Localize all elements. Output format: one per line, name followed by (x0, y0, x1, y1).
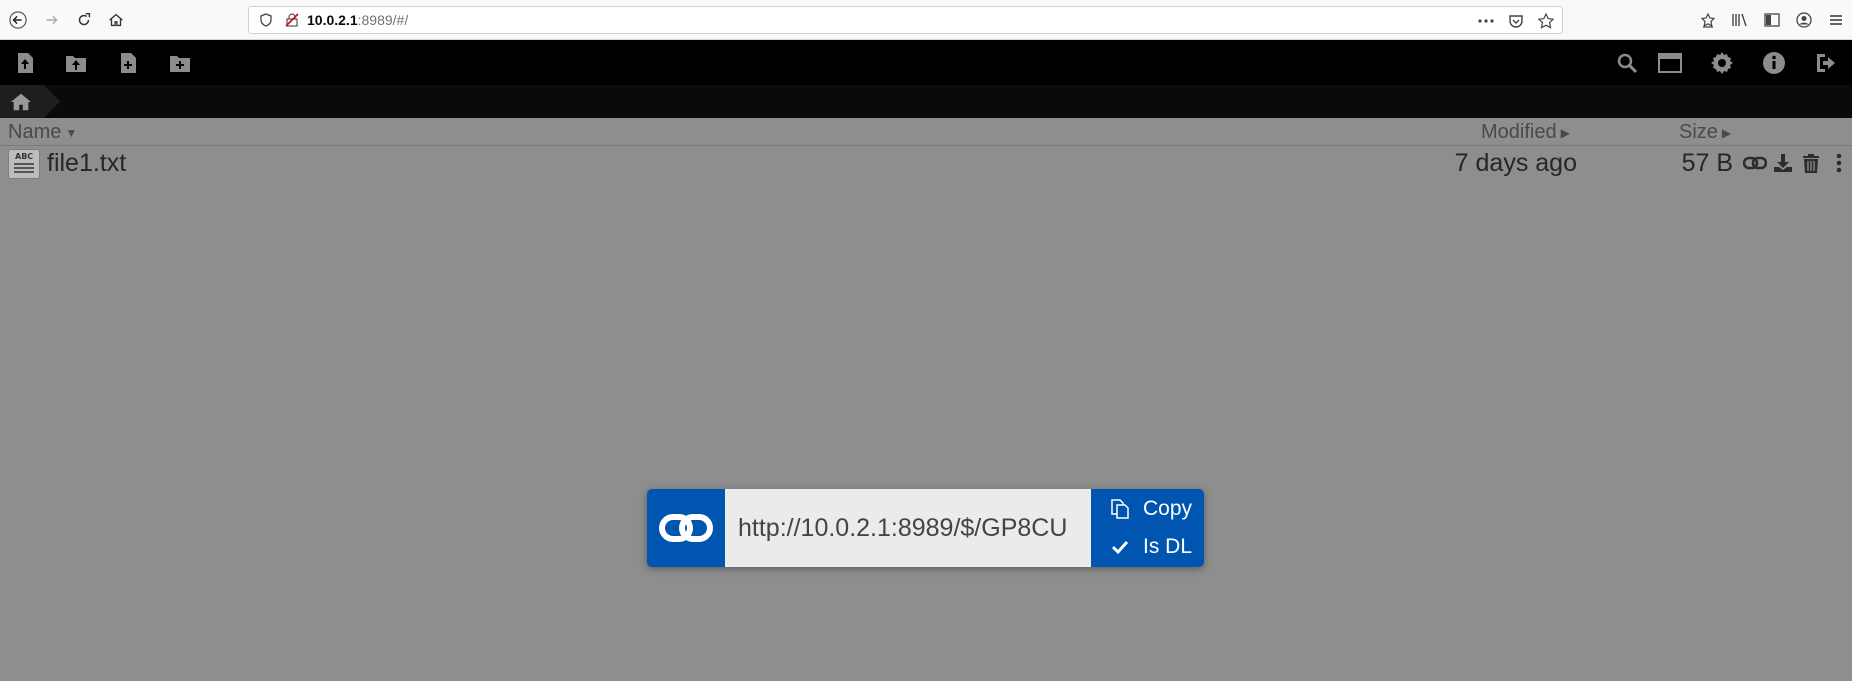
breadcrumb-home[interactable] (0, 85, 60, 118)
column-header-modified-label: Modified (1481, 121, 1557, 143)
trash-icon[interactable] (1798, 150, 1824, 176)
info-button[interactable] (1759, 48, 1789, 78)
hamburger-menu-icon[interactable] (1820, 4, 1852, 36)
copy-icon (1105, 499, 1135, 519)
file-size: 57 B (1681, 149, 1733, 177)
bookmark-star-icon[interactable] (1536, 11, 1556, 31)
table-row[interactable]: ABC file1.txt 7 days ago 57 B (0, 146, 1852, 180)
sort-desc-icon: ▼ (65, 125, 78, 140)
download-icon[interactable] (1770, 150, 1796, 176)
logout-icon (1817, 54, 1835, 72)
copy-button[interactable]: Copy (1097, 491, 1202, 527)
gear-icon (1711, 52, 1733, 74)
sidebar-icon[interactable] (1756, 4, 1788, 36)
column-header-modified[interactable]: Modified ▶ (1481, 121, 1570, 144)
forward-arrow-icon (46, 15, 58, 25)
insecure-lock-icon[interactable] (285, 13, 299, 27)
reload-icon (78, 12, 91, 26)
column-header-size-label: Size (1679, 121, 1718, 143)
caret-right-icon: ▶ (1560, 125, 1570, 140)
home-button[interactable] (100, 4, 132, 36)
share-link-icon[interactable] (1742, 150, 1768, 176)
view-mode-button[interactable] (1655, 48, 1685, 78)
search-button[interactable] (1612, 48, 1642, 78)
new-folder-button[interactable] (165, 48, 195, 78)
search-icon (1617, 53, 1638, 74)
browser-toolbar: 10.0.2.1:8989/#/ (0, 0, 1852, 40)
is-dl-label: Is DL (1143, 535, 1193, 558)
app-toolbar (0, 40, 1852, 85)
column-header-name[interactable]: Name ▼ (8, 121, 77, 144)
upload-folder-button[interactable] (61, 48, 91, 78)
breadcrumb (0, 85, 1852, 118)
upload-folder-icon (66, 56, 86, 72)
url-host: 10.0.2.1 (307, 12, 358, 28)
new-file-button[interactable] (113, 48, 143, 78)
column-header-name-label: Name (8, 121, 62, 143)
share-url-input[interactable]: http://10.0.2.1:8989/$/GP8CU (725, 489, 1091, 567)
forward-button[interactable] (36, 4, 68, 36)
back-arrow-icon (9, 11, 27, 29)
info-icon (1763, 52, 1785, 74)
url-path: :8989/#/ (357, 12, 409, 28)
back-button[interactable] (2, 4, 34, 36)
new-file-icon (121, 53, 136, 73)
text-file-icon: ABC (8, 149, 40, 179)
url-text[interactable]: 10.0.2.1:8989/#/ (307, 12, 408, 28)
bookmarks-menu-icon[interactable] (1692, 4, 1724, 36)
window-icon (1658, 53, 1682, 73)
upload-file-icon (18, 53, 33, 73)
pocket-icon[interactable] (1506, 11, 1526, 31)
link-icon (647, 489, 725, 567)
new-folder-icon (170, 56, 190, 72)
file-modified: 7 days ago (1454, 149, 1577, 177)
home-icon (10, 93, 32, 110)
copy-button-label: Copy (1143, 497, 1193, 520)
url-bar[interactable]: 10.0.2.1:8989/#/ (248, 6, 1563, 34)
share-link-popup: http://10.0.2.1:8989/$/GP8CU Copy Is DL (647, 489, 1204, 567)
check-icon (1105, 539, 1135, 555)
shield-icon[interactable] (259, 13, 273, 27)
logout-button[interactable] (1811, 48, 1841, 78)
caret-right-icon: ▶ (1721, 125, 1732, 140)
library-icon[interactable] (1724, 4, 1756, 36)
is-dl-toggle[interactable]: Is DL (1097, 529, 1202, 565)
account-icon[interactable] (1788, 4, 1820, 36)
more-options-icon[interactable] (1826, 150, 1852, 176)
reload-button[interactable] (68, 4, 100, 36)
upload-file-button[interactable] (10, 48, 40, 78)
column-header-size[interactable]: Size ▶ (1679, 121, 1731, 144)
home-icon (109, 13, 123, 27)
file-name[interactable]: file1.txt (47, 149, 126, 178)
page-actions-icon[interactable] (1476, 11, 1496, 31)
settings-button[interactable] (1707, 48, 1737, 78)
